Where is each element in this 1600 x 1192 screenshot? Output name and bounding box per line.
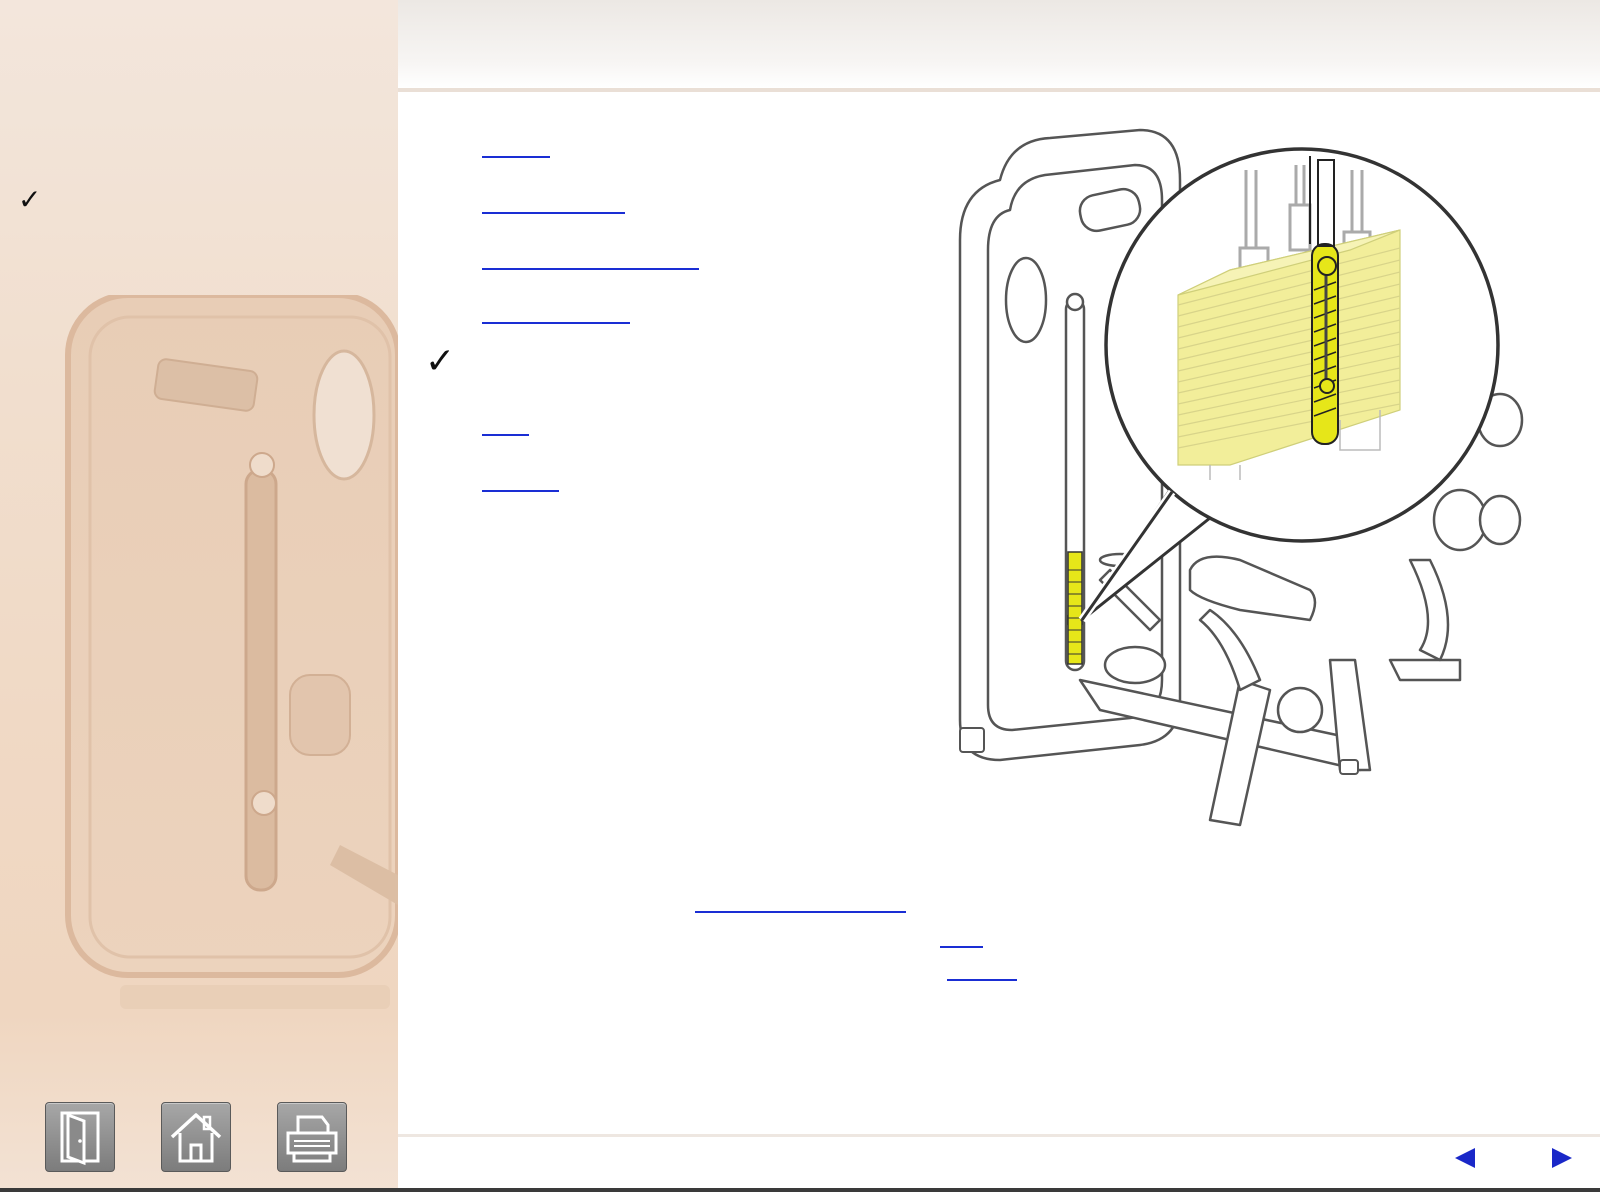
link-item-5[interactable] [482, 410, 529, 436]
machine-background-image [65, 295, 398, 1009]
footer-divider [398, 1134, 1600, 1137]
printer-icon [286, 1115, 338, 1163]
inline-link-1[interactable] [695, 887, 906, 913]
sidebar-check-mark: ✓ [18, 183, 42, 216]
window-bottom-edge [0, 1188, 1600, 1192]
sidebar: ✓ [0, 0, 398, 1192]
inline-link-3[interactable] [947, 955, 1017, 981]
print-button[interactable] [277, 1102, 347, 1172]
header-divider [398, 88, 1600, 92]
home-button[interactable] [161, 1102, 231, 1172]
current-item-check-mark: ✓ [425, 341, 456, 382]
link-item-2[interactable] [482, 188, 625, 214]
exit-button[interactable] [45, 1102, 115, 1172]
next-page-button[interactable] [1550, 1146, 1574, 1170]
inline-link-2[interactable] [940, 922, 983, 948]
link-item-1[interactable] [482, 132, 550, 158]
header-bar [398, 0, 1600, 88]
link-item-6[interactable] [482, 466, 559, 492]
door-exit-icon [60, 1111, 100, 1166]
home-icon [170, 1113, 222, 1163]
link-item-4[interactable] [482, 298, 630, 324]
link-item-3[interactable] [482, 244, 699, 270]
machine-illustration [958, 128, 1524, 827]
previous-page-button[interactable] [1453, 1146, 1477, 1170]
triangle-left-icon [1455, 1148, 1475, 1168]
triangle-right-icon [1552, 1148, 1572, 1168]
